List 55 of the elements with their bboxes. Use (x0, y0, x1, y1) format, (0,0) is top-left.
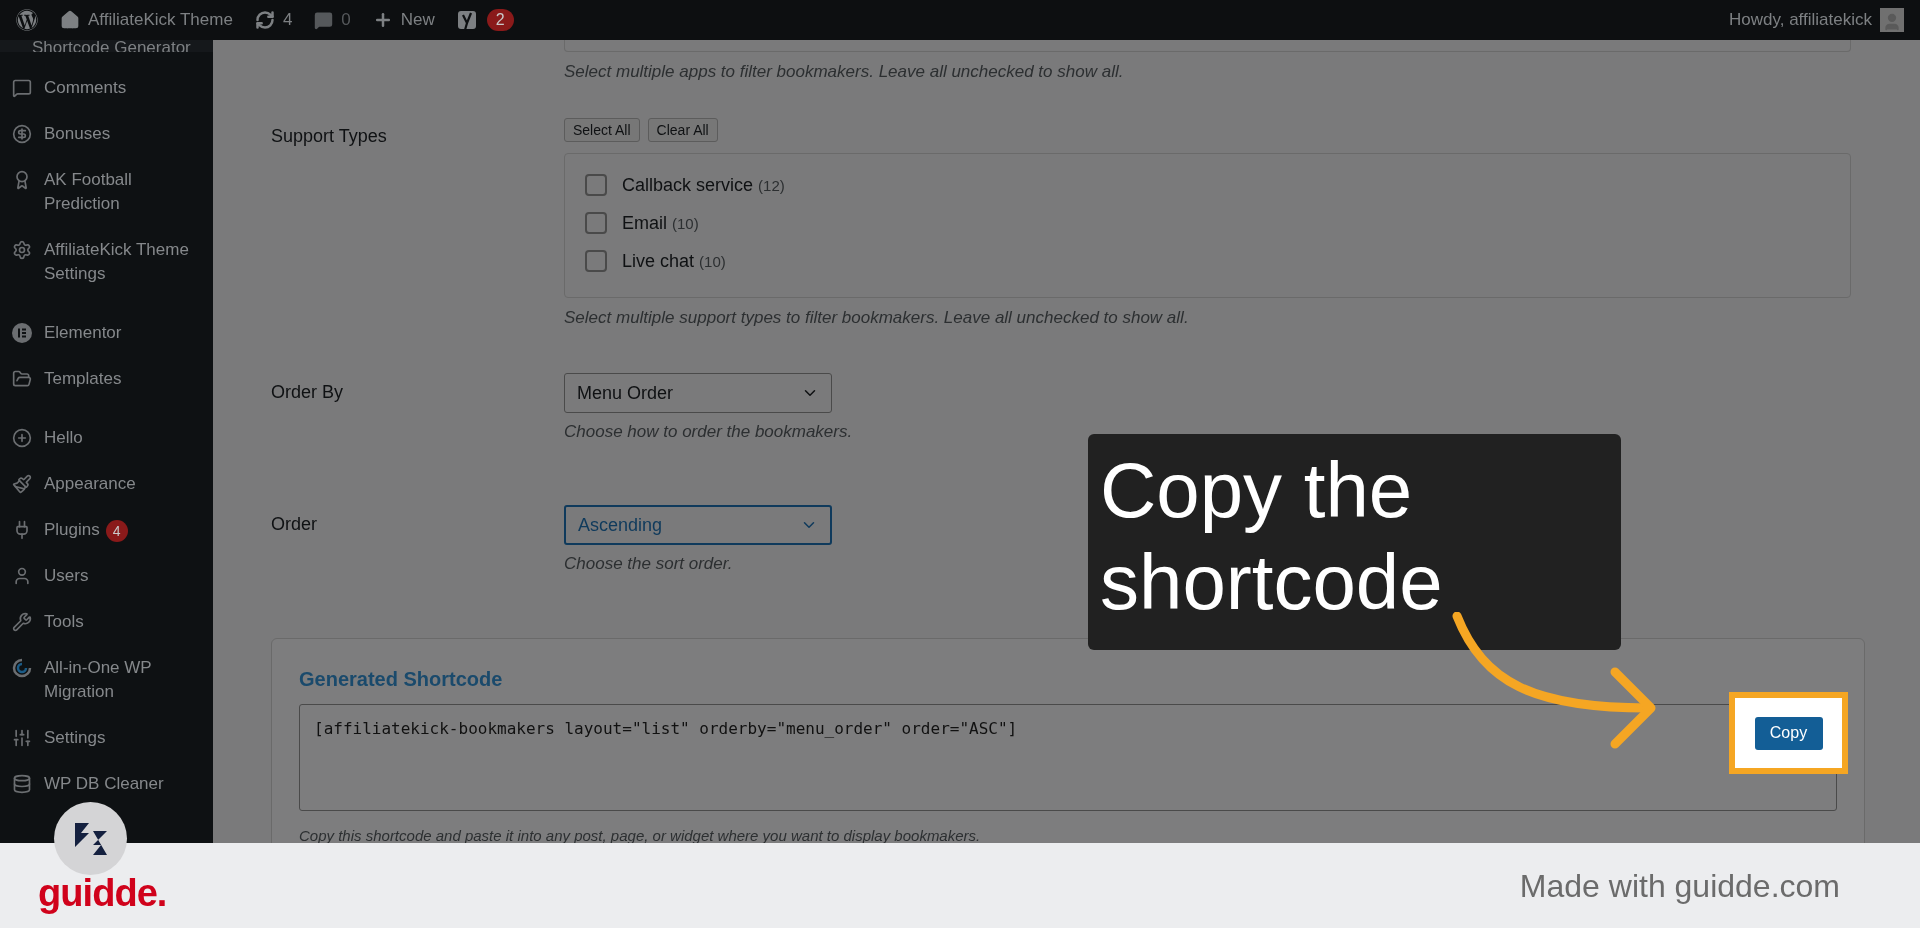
count-badge: 4 (105, 519, 128, 542)
menu-label: AK Football Prediction (44, 169, 133, 215)
seo-menu-link[interactable]: 2 (456, 9, 514, 31)
footer-credit: Made with guidde.com (1519, 866, 1840, 906)
help-text: Choose how to order the bookmakers. (564, 421, 854, 443)
sidebar-item[interactable]: Plugins 4 (0, 507, 213, 553)
menu-label: Plugins 4 (44, 518, 194, 542)
sidebar-item[interactable]: Appearance (0, 461, 213, 507)
card-title: Generated Shortcode (299, 667, 504, 692)
dropdown[interactable]: Menu Order (564, 373, 832, 413)
sidebar-item[interactable]: All-in-One WP Migration (0, 645, 213, 715)
sidebar-item[interactable]: AffiliateKick Theme Settings (0, 227, 213, 297)
menu-label: Templates (44, 368, 123, 390)
help-text: Choose the sort order. (564, 553, 734, 575)
menu-label: Appearance (44, 473, 137, 495)
menu-label: Settings (44, 727, 107, 749)
field-label: Support Types (271, 125, 388, 148)
help-text: Select multiple apps to filter bookmakers. Leave all unchecked to show all. (564, 62, 1125, 82)
account-menu[interactable]: Howdy, affiliatekick (1729, 7, 1904, 33)
sidebar-item[interactable]: Users (0, 553, 213, 599)
sidebar-item[interactable]: Settings (0, 715, 213, 761)
menu-label: AffiliateKick Theme Settings (44, 239, 190, 285)
sidebar-item[interactable]: Comments (0, 65, 213, 111)
sidebar-item[interactable]: WP DB Cleaner (0, 761, 213, 807)
menu-label: Tools (44, 611, 85, 633)
field-label: Order (271, 513, 318, 536)
menu-label: Users (44, 565, 90, 587)
callout-text: Copy the shortcode (1100, 445, 1444, 628)
menu-label: All-in-One WP Migration (44, 657, 153, 703)
small-button[interactable]: Clear All (647, 118, 718, 142)
menu-label: WP DB Cleaner (44, 773, 165, 795)
sidebar-item[interactable]: Elementor (0, 310, 213, 356)
notification-badge: 2 (486, 9, 514, 31)
comments-link[interactable]: 0 (314, 7, 351, 33)
menu-label: Comments (44, 77, 128, 99)
new-link[interactable]: New (372, 7, 435, 33)
help-text: Select multiple support types to filter bookmakers. Leave all unchecked to show all. (564, 307, 1190, 329)
field-label: Order By (271, 381, 345, 404)
sidebar-item[interactable]: AK Football Prediction (0, 157, 213, 227)
copy-button[interactable]: Copy (1754, 716, 1823, 750)
checkbox-label: Live chat (10) (622, 249, 726, 273)
small-button[interactable]: Select All (564, 118, 640, 142)
dropdown[interactable]: Ascending (564, 505, 832, 545)
updates-link[interactable]: 4 (254, 7, 293, 33)
menu-label: Hello (44, 427, 84, 449)
site-name-link[interactable]: AffiliateKick Theme (60, 7, 233, 33)
checkbox-label: Callback service (12) (622, 173, 785, 197)
brand-logo: guidde. (38, 872, 167, 913)
sidebar-item[interactable]: Hello (0, 415, 213, 461)
menu-label: Elementor (44, 322, 123, 344)
sidebar-item[interactable]: Tools (0, 599, 213, 645)
checkbox-label: Email (10) (622, 211, 699, 235)
sidebar-item[interactable]: Templates (0, 356, 213, 402)
menu-label: Bonuses (44, 123, 112, 145)
sidebar-item[interactable]: Bonuses (0, 111, 213, 157)
